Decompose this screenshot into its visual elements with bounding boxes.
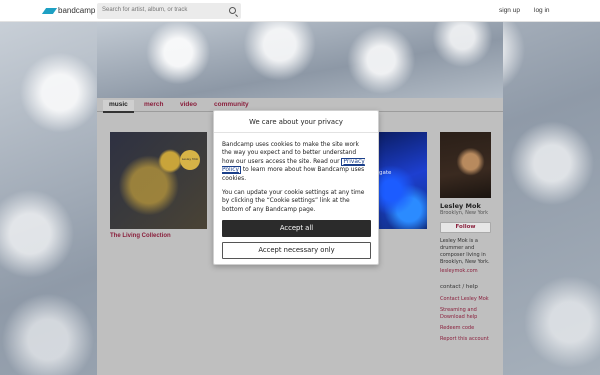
dialog-title: We care about your privacy bbox=[214, 111, 378, 133]
cookie-text-1a: Bandcamp uses cookies to make the site w… bbox=[222, 142, 359, 165]
cookie-consent-dialog: We care about your privacy Bandcamp uses… bbox=[213, 110, 379, 265]
cookie-text-1b: to learn more about how Bandcamp uses co… bbox=[222, 167, 365, 182]
accept-necessary-button[interactable]: Accept necessary only bbox=[222, 242, 371, 260]
accept-all-button[interactable]: Accept all bbox=[222, 220, 371, 238]
dialog-body: Bandcamp uses cookies to make the site w… bbox=[214, 133, 378, 260]
cookie-paragraph-1: Bandcamp uses cookies to make the site w… bbox=[222, 141, 370, 183]
cookie-paragraph-2: You can update your cookie settings at a… bbox=[222, 190, 365, 213]
